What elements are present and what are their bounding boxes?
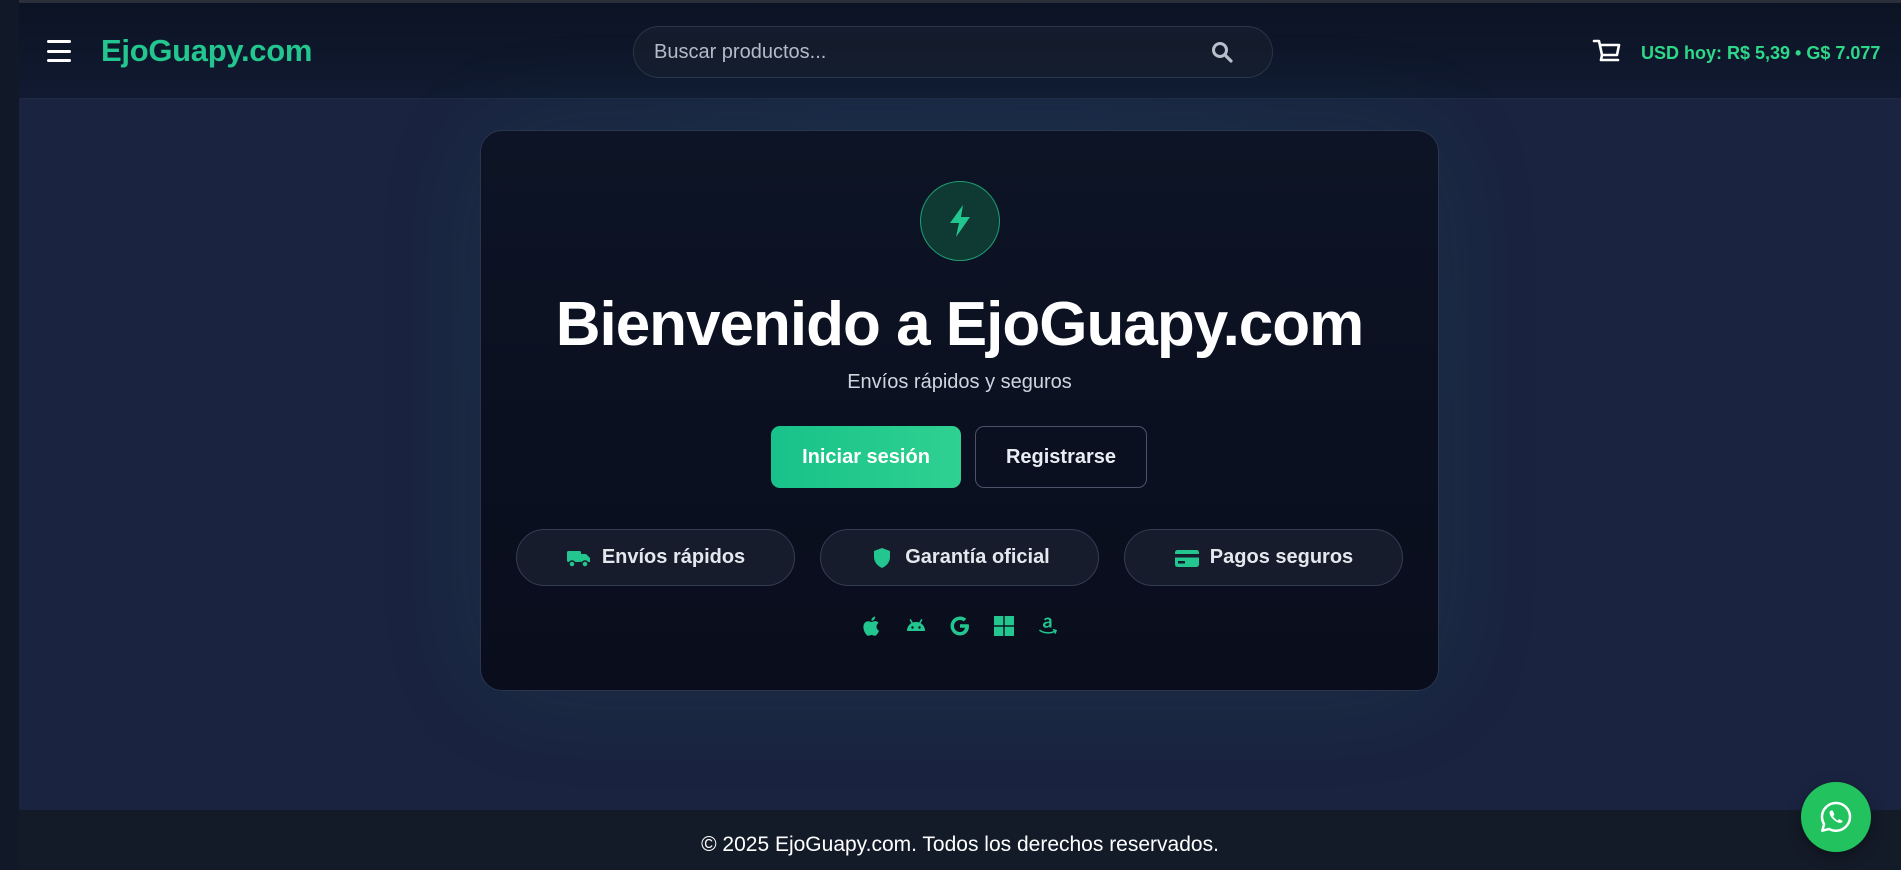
- credit-card-icon: [1174, 549, 1199, 567]
- google-icon: [947, 613, 973, 639]
- exchange-rate-text: USD hoy: R$ 5,39 • G$ 7.077: [1641, 43, 1881, 63]
- shield-icon: [874, 547, 891, 568]
- feature-label: Envíos rápidos: [601, 546, 746, 568]
- search-bar: [633, 26, 1273, 78]
- whatsapp-chat-button[interactable]: [1801, 782, 1871, 852]
- lightning-bolt-icon: [950, 205, 970, 237]
- bolt-badge: [920, 181, 1000, 261]
- main-content: Bienvenido a EjoGuapy.com Envíos rápidos…: [19, 99, 1901, 810]
- hamburger-menu-icon[interactable]: [47, 40, 71, 62]
- cart-icon[interactable]: [1592, 37, 1622, 65]
- feature-pill-shipping: Envíos rápidos: [516, 529, 795, 586]
- brand-logo[interactable]: EjoGuapy.com: [101, 33, 312, 69]
- search-icon[interactable]: [1210, 40, 1234, 64]
- feature-pill-warranty: Garantía oficial: [820, 529, 1099, 586]
- welcome-card: Bienvenido a EjoGuapy.com Envíos rápidos…: [480, 130, 1439, 691]
- feature-label: Garantía oficial: [905, 546, 1050, 568]
- copyright-text: © 2025 EjoGuapy.com. Todos los derechos …: [701, 833, 1219, 856]
- android-icon: [903, 613, 929, 639]
- feature-pill-payments: Pagos seguros: [1124, 529, 1403, 586]
- platform-icons: [481, 611, 1438, 641]
- search-input[interactable]: [654, 27, 1194, 77]
- register-button[interactable]: Registrarse: [975, 426, 1147, 488]
- apple-icon: [859, 613, 885, 639]
- amazon-icon: [1035, 613, 1061, 639]
- hero-subtitle: Envíos rápidos y seguros: [847, 371, 1072, 393]
- login-button[interactable]: Iniciar sesión: [771, 426, 961, 488]
- whatsapp-icon: [1820, 801, 1852, 832]
- hero-title: Bienvenido a EjoGuapy.com: [555, 290, 1365, 359]
- windows-icon: [991, 613, 1017, 639]
- page-footer: © 2025 EjoGuapy.com. Todos los derechos …: [19, 810, 1901, 870]
- feature-label: Pagos seguros: [1209, 546, 1354, 568]
- truck-icon: [566, 550, 590, 568]
- top-navbar: EjoGuapy.com USD hoy: R$ 5,39 • G$ 7.077: [19, 3, 1901, 99]
- left-edge-strip: [0, 0, 19, 870]
